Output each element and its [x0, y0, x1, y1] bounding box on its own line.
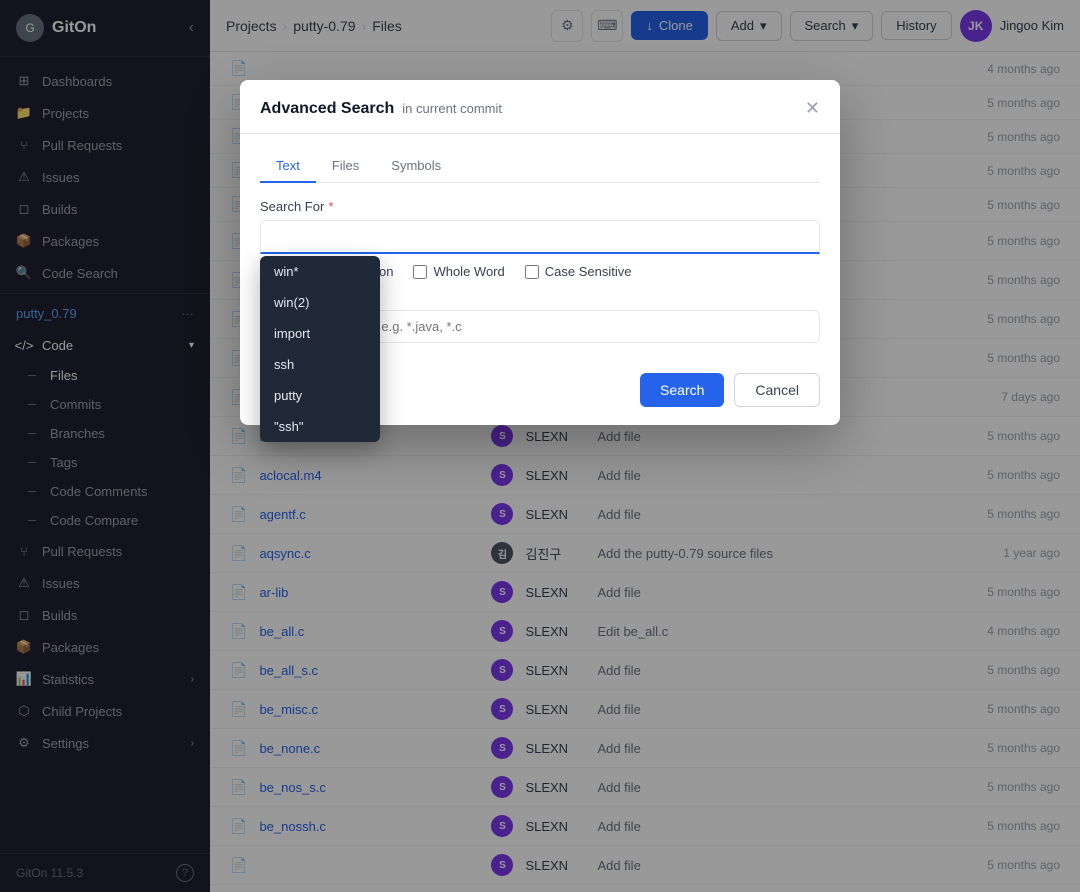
case-sensitive-checkbox-label[interactable]: Case Sensitive: [525, 264, 632, 279]
autocomplete-item[interactable]: ssh: [260, 349, 380, 380]
modal-subtitle: in current commit: [402, 101, 502, 116]
modal-title: Advanced Search in current commit: [260, 100, 502, 118]
search-input-wrapper: win* win(2) import ssh putty "ssh": [260, 220, 820, 254]
modal-tabs: Text Files Symbols: [260, 150, 820, 183]
search-for-input[interactable]: [260, 220, 820, 254]
whole-word-checkbox[interactable]: [413, 265, 427, 279]
modal-overlay[interactable]: Advanced Search in current commit ✕ Text…: [0, 0, 1080, 892]
cancel-button[interactable]: Cancel: [734, 373, 820, 407]
autocomplete-dropdown: win* win(2) import ssh putty "ssh": [260, 256, 380, 442]
modal-body: Text Files Symbols Search For * win* win…: [240, 134, 840, 359]
autocomplete-item[interactable]: putty: [260, 380, 380, 411]
whole-word-checkbox-label[interactable]: Whole Word: [413, 264, 504, 279]
required-indicator: *: [328, 199, 333, 214]
autocomplete-item[interactable]: import: [260, 318, 380, 349]
autocomplete-item[interactable]: "ssh": [260, 411, 380, 442]
case-sensitive-checkbox[interactable]: [525, 265, 539, 279]
search-for-label: Search For *: [260, 199, 820, 214]
modal-header: Advanced Search in current commit ✕: [240, 80, 840, 134]
advanced-search-modal: Advanced Search in current commit ✕ Text…: [240, 80, 840, 425]
search-submit-button[interactable]: Search: [640, 373, 724, 407]
autocomplete-item[interactable]: win(2): [260, 287, 380, 318]
modal-close-button[interactable]: ✕: [805, 98, 820, 119]
autocomplete-item[interactable]: win*: [260, 256, 380, 287]
tab-files[interactable]: Files: [316, 150, 375, 183]
tab-symbols[interactable]: Symbols: [375, 150, 457, 183]
tab-text[interactable]: Text: [260, 150, 316, 183]
